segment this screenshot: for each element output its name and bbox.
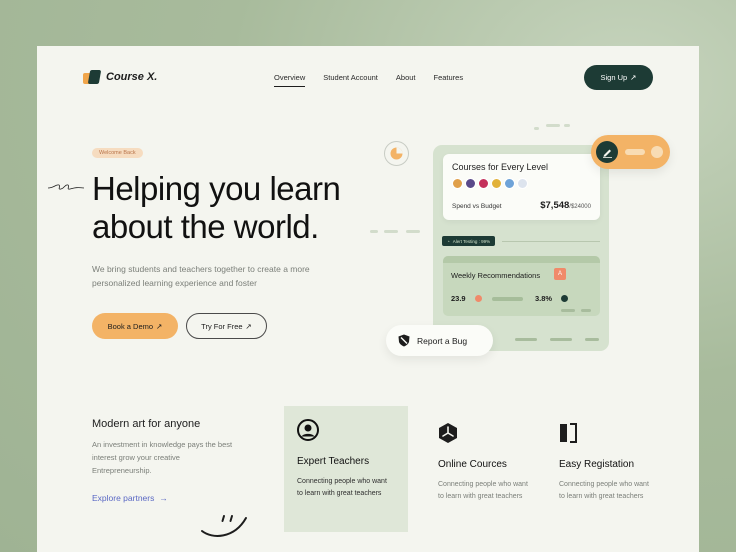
- divider: [502, 241, 600, 242]
- try-free-button[interactable]: Try For Free ↗: [186, 313, 267, 339]
- report-bug-button[interactable]: Report a Bug: [386, 325, 493, 356]
- avatar: [465, 178, 476, 189]
- weekly-card: Weekly Recommendations A 23.9 3.8%: [443, 256, 600, 316]
- stat-value-1: 23.9: [451, 294, 466, 303]
- hero-subtitle: We bring students and teachers together …: [92, 264, 310, 288]
- spend-amount: $7,548: [540, 200, 570, 211]
- feature-description: Connecting people who want to learn with…: [297, 478, 387, 497]
- up-arrow-icon: [561, 295, 568, 302]
- arrow-up-right-icon: ↗: [156, 321, 163, 331]
- dash-decoration: [546, 124, 560, 127]
- avatar: [504, 178, 515, 189]
- arrow-up-right-icon: ↗: [245, 321, 252, 331]
- weekly-title: Weekly Recommendations: [451, 271, 541, 280]
- smile-doodle: [201, 515, 247, 537]
- dash-decoration: [534, 127, 539, 130]
- alert-chip: ◔ Alert Testing : 99%: [442, 236, 496, 246]
- stat-bar: [492, 297, 523, 301]
- pie-chart-icon: [384, 141, 409, 166]
- headline-line-2: about the world.: [92, 208, 319, 245]
- explore-partners-label: Explore partners: [92, 493, 155, 503]
- landing-card: Course X. Overview Student Account About…: [37, 46, 699, 552]
- welcome-badge: Welcome Back: [92, 148, 143, 158]
- dash-decoration: [564, 124, 570, 127]
- avatar: [478, 178, 489, 189]
- mini-bar: [561, 309, 575, 312]
- avatar: [517, 178, 528, 189]
- triad-icon: [439, 423, 457, 443]
- weekly-header-bar: [443, 256, 600, 263]
- avatar: [491, 178, 502, 189]
- spend-label: Spend vs Budget: [452, 203, 502, 210]
- spend-value: $7,548/$24000: [540, 200, 591, 211]
- dash-decoration: [384, 230, 398, 233]
- stat-value-2: 3.8%: [535, 294, 553, 303]
- avatar-group: [452, 178, 528, 189]
- hero-headline: Helping you learn about the world.: [92, 170, 392, 246]
- nav-item-features[interactable]: Features: [434, 73, 464, 82]
- squiggle-decoration: [48, 184, 84, 190]
- headline-line-1: Helping you learn: [92, 170, 341, 207]
- dash-decoration: [370, 230, 378, 233]
- pencil-icon: [596, 141, 618, 163]
- sign-up-label: Sign Up: [600, 73, 628, 82]
- bracket-icon: [560, 423, 577, 443]
- avatar: [452, 178, 463, 189]
- explore-partners-link[interactable]: Explore partners →: [92, 493, 168, 503]
- feature-title: Expert Teachers: [297, 456, 370, 467]
- report-bug-label: Report a Bug: [417, 335, 468, 346]
- edit-toggle[interactable]: [591, 135, 670, 169]
- logo[interactable]: Course X.: [83, 70, 157, 84]
- modern-description: An investment in knowledge pays the best…: [92, 440, 233, 475]
- book-demo-label: Book a Demo: [107, 321, 154, 331]
- nav-item-about[interactable]: About: [396, 73, 416, 82]
- main-nav: Overview Student Account About Features: [274, 73, 464, 87]
- person-icon: [297, 419, 319, 441]
- arrow-right-icon: →: [159, 493, 168, 503]
- alert-text: Alert Testing : 99%: [452, 238, 491, 244]
- sign-up-button[interactable]: Sign Up ↗: [584, 65, 653, 90]
- bell-icon: ◔: [447, 238, 450, 244]
- try-free-label: Try For Free: [201, 321, 243, 331]
- down-arrow-icon: [475, 295, 482, 302]
- toggle-dot: [651, 146, 663, 158]
- feature-title: Online Cources: [438, 459, 507, 470]
- weekly-badge: A: [554, 268, 566, 280]
- arrow-up-right-icon: ↗: [630, 73, 637, 82]
- budget-amount: /$24000: [569, 204, 591, 210]
- mini-bar: [515, 338, 537, 341]
- book-demo-button[interactable]: Book a Demo ↗: [92, 313, 178, 339]
- toggle-track: [625, 149, 645, 155]
- feature-description: Connecting people who want to learn with…: [559, 481, 649, 500]
- modern-title: Modern art for anyone: [92, 418, 201, 430]
- brand-name: Course X.: [106, 71, 158, 83]
- feature-title: Easy Registation: [559, 459, 635, 470]
- courses-title: Courses for Every Level: [452, 162, 549, 172]
- feature-description: Connecting people who want to learn with…: [438, 481, 528, 500]
- mini-bar: [581, 309, 591, 312]
- logo-icon: [83, 70, 102, 84]
- nav-item-overview[interactable]: Overview: [274, 73, 306, 87]
- dash-decoration: [406, 230, 420, 233]
- mini-bar: [550, 338, 572, 341]
- courses-card: Courses for Every Level Spend vs Budget …: [443, 154, 600, 220]
- nav-item-student-account[interactable]: Student Account: [323, 73, 378, 82]
- shield-icon: [398, 334, 410, 347]
- mini-bar: [585, 338, 599, 341]
